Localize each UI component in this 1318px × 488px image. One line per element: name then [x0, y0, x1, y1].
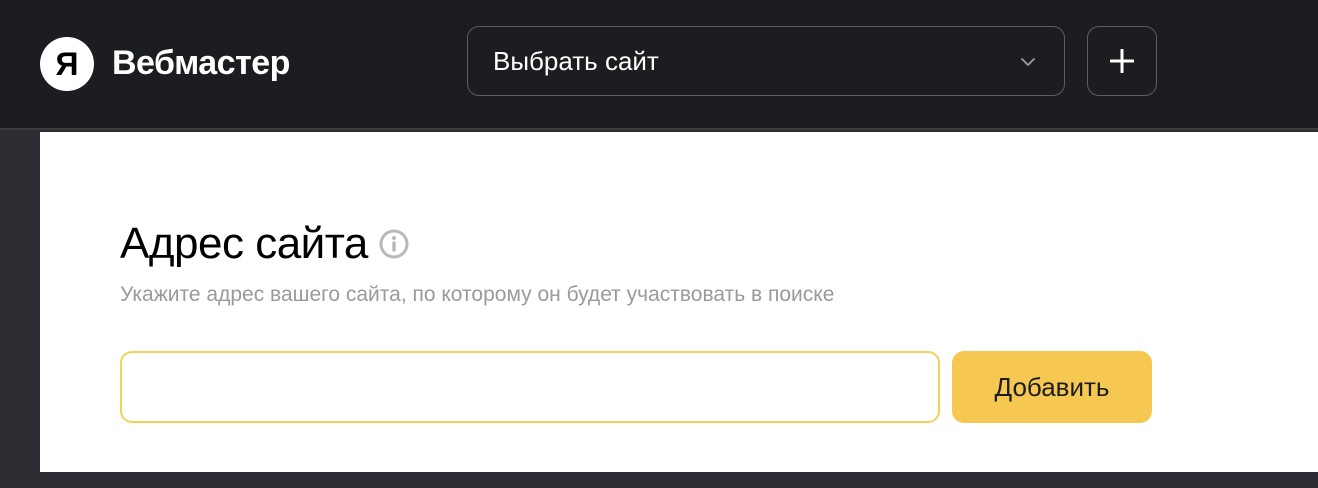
info-icon[interactable] [378, 228, 410, 260]
top-header: Я Вебмастер Выбрать сайт [0, 0, 1318, 130]
page-title-row: Адрес сайта [120, 218, 410, 270]
chevron-down-icon [1021, 58, 1035, 66]
site-select-value: Выбрать сайт [493, 46, 659, 76]
site-url-input[interactable] [120, 351, 940, 423]
yandex-logo[interactable]: Я [40, 37, 94, 91]
add-site-form: Адрес сайта Укажите адрес вашего сайта, … [40, 132, 1318, 472]
add-site-button[interactable] [1087, 26, 1157, 96]
app-title[interactable]: Вебмастер [112, 40, 290, 86]
site-select-dropdown[interactable]: Выбрать сайт [467, 26, 1065, 96]
page-subtitle: Укажите адрес вашего сайта, по которому … [120, 283, 835, 306]
page-title: Адрес сайта [120, 219, 368, 268]
plus-icon [1110, 49, 1134, 73]
add-button[interactable]: Добавить [952, 351, 1152, 423]
